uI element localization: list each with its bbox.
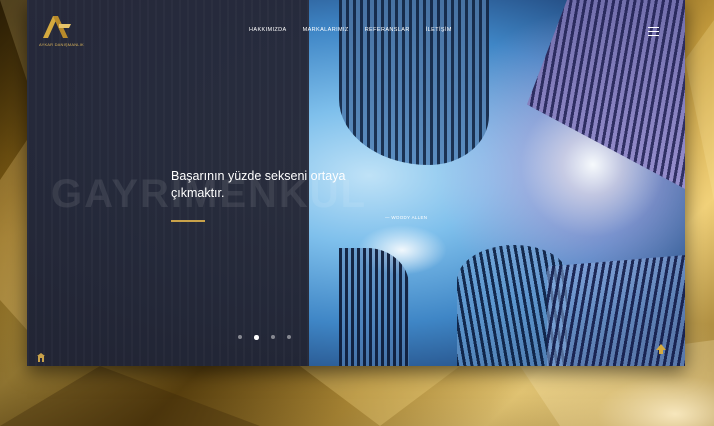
slider-dots [238,335,291,340]
slider-dot-3[interactable] [270,335,275,339]
logo-mark-icon [43,16,71,38]
slider-dot-1[interactable] [238,335,242,339]
nav-item-references[interactable]: REFERANSLAR [365,27,410,33]
site-logo[interactable]: AYKAR DANIŞMANLIK [39,14,89,47]
quote-underline [171,220,205,222]
arrow-up-icon[interactable] [655,343,667,355]
nav-item-about[interactable]: HAKKIMIZDA [249,27,287,33]
main-nav: HAKKIMIZDA MARKALARIMIZ REFERANSLAR İLET… [249,27,452,33]
skyscraper-bottom-left [339,248,409,366]
hero-quote: Başarının yüzde sekseni ortaya çıkmaktır… [171,169,346,200]
logo-text: AYKAR DANIŞMANLIK [39,42,84,47]
building-icon [37,353,45,362]
slider-dot-4[interactable] [286,335,291,339]
quote-author: — WOODY ALLEN [385,215,428,220]
website-screenshot: GAYRİMENKUL AYKAR DANIŞMANLIK HAKKIMIZDA… [27,0,685,366]
slider-dot-2[interactable] [254,335,259,340]
skyscraper-top-left [339,0,489,165]
nav-item-contact[interactable]: İLETİŞİM [426,27,452,33]
nav-item-brands[interactable]: MARKALARIMIZ [303,27,349,33]
hamburger-icon[interactable] [648,27,659,36]
